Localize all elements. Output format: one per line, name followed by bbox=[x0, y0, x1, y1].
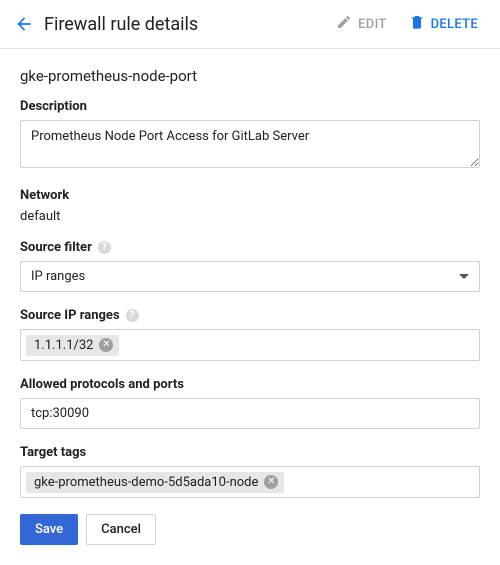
target-tags-label: Target tags bbox=[20, 445, 480, 460]
source-filter-label-text: Source filter bbox=[20, 240, 92, 255]
help-icon[interactable]: ? bbox=[98, 241, 111, 254]
delete-button[interactable]: DELETE bbox=[403, 10, 484, 38]
description-field: Description bbox=[20, 99, 480, 172]
source-filter-field: Source filter ? IP ranges bbox=[20, 240, 480, 292]
source-filter-selected: IP ranges bbox=[31, 269, 85, 284]
allowed-protocols-label: Allowed protocols and ports bbox=[20, 377, 480, 392]
tag-chip: gke-prometheus-demo-5d5ada10-node ✕ bbox=[26, 472, 284, 493]
help-icon[interactable]: ? bbox=[126, 309, 139, 322]
rule-name: gke-prometheus-node-port bbox=[20, 67, 480, 85]
pencil-icon bbox=[336, 14, 352, 34]
ip-chip-label: 1.1.1.1/32 bbox=[34, 338, 93, 353]
source-filter-select[interactable]: IP ranges bbox=[20, 261, 480, 292]
save-button[interactable]: Save bbox=[20, 514, 78, 545]
source-ip-input[interactable]: 1.1.1.1/32 ✕ bbox=[20, 329, 480, 361]
cancel-button[interactable]: Cancel bbox=[86, 514, 156, 545]
page-header: Firewall rule details EDIT DELETE bbox=[0, 0, 500, 49]
source-filter-label: Source filter ? bbox=[20, 240, 480, 255]
remove-chip-icon[interactable]: ✕ bbox=[99, 338, 113, 352]
description-label: Description bbox=[20, 99, 480, 114]
source-ip-label: Source IP ranges ? bbox=[20, 308, 480, 323]
target-tags-field: Target tags gke-prometheus-demo-5d5ada10… bbox=[20, 445, 480, 498]
page-title: Firewall rule details bbox=[44, 14, 320, 35]
target-tags-input[interactable]: gke-prometheus-demo-5d5ada10-node ✕ bbox=[20, 466, 480, 498]
allowed-protocols-field: Allowed protocols and ports bbox=[20, 377, 480, 429]
source-ip-label-text: Source IP ranges bbox=[20, 308, 120, 323]
action-row: Save Cancel bbox=[20, 514, 480, 545]
content-area: gke-prometheus-node-port Description Net… bbox=[0, 49, 500, 565]
remove-chip-icon[interactable]: ✕ bbox=[264, 475, 278, 489]
allowed-protocols-input[interactable] bbox=[20, 398, 480, 429]
source-ip-field: Source IP ranges ? 1.1.1.1/32 ✕ bbox=[20, 308, 480, 361]
edit-label: EDIT bbox=[358, 17, 386, 32]
back-arrow-icon[interactable] bbox=[14, 14, 34, 34]
network-field: Network default bbox=[20, 188, 480, 224]
edit-button[interactable]: EDIT bbox=[330, 10, 392, 38]
ip-chip: 1.1.1.1/32 ✕ bbox=[26, 335, 119, 356]
tag-chip-label: gke-prometheus-demo-5d5ada10-node bbox=[34, 475, 258, 490]
chevron-down-icon bbox=[459, 274, 469, 279]
network-label: Network bbox=[20, 188, 480, 203]
description-input[interactable] bbox=[20, 120, 480, 168]
trash-icon bbox=[409, 14, 425, 34]
network-value: default bbox=[20, 209, 480, 224]
delete-label: DELETE bbox=[431, 17, 478, 32]
